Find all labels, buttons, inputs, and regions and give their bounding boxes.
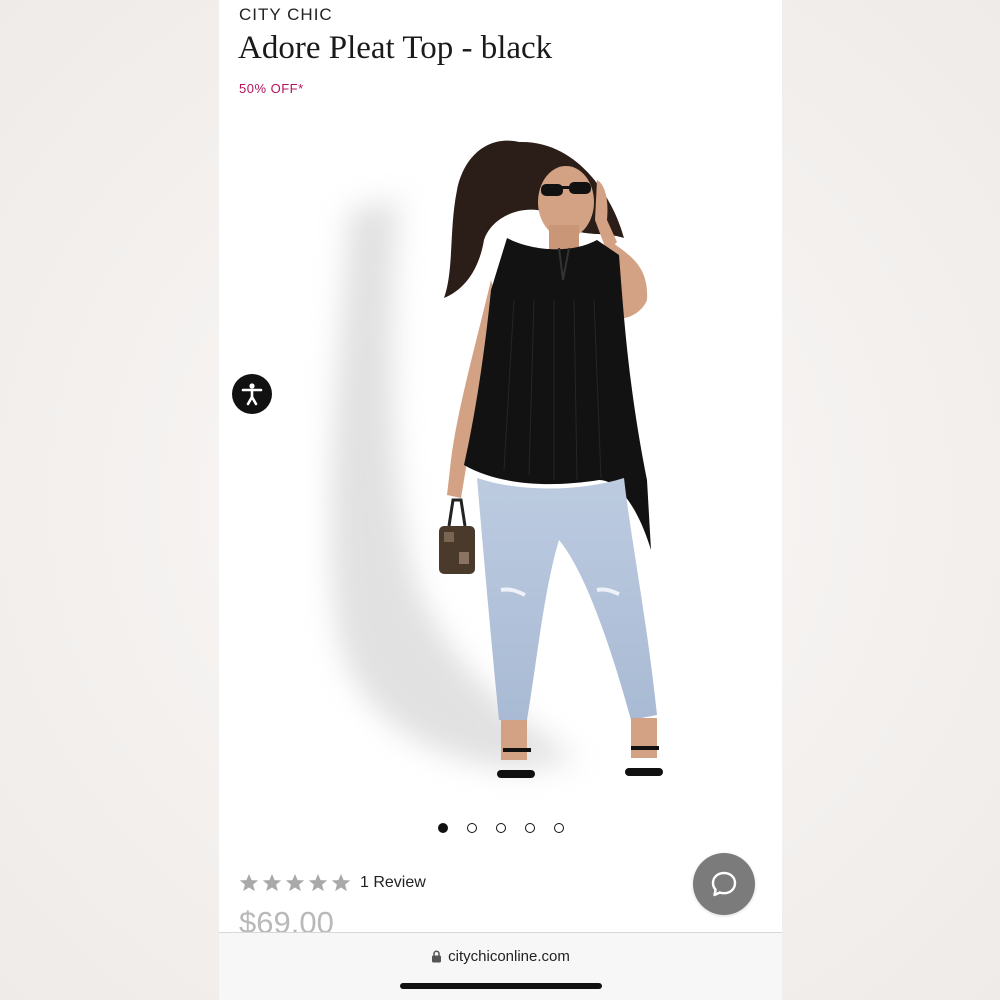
product-image[interactable]: [279, 120, 719, 810]
product-rating: 1 Review: [239, 873, 426, 893]
gallery-dot-2[interactable]: [466, 823, 477, 833]
gallery-dot-5[interactable]: [553, 823, 564, 833]
home-indicator[interactable]: [400, 983, 602, 989]
url-display[interactable]: citychiconline.com: [219, 948, 782, 965]
product-page: CITY CHIC Adore Pleat Top - black 50% OF…: [219, 0, 782, 1000]
gallery-pagination: [219, 823, 782, 833]
star-icon: [262, 874, 282, 892]
rating-stars: [239, 873, 351, 893]
url-text: citychiconline.com: [448, 948, 570, 965]
review-count-link[interactable]: 1 Review: [360, 874, 426, 892]
star-icon: [331, 874, 351, 892]
lock-icon: [432, 950, 442, 963]
sale-badge: 50% OFF*: [239, 81, 304, 96]
product-title: Adore Pleat Top - black: [238, 30, 553, 66]
chat-button[interactable]: [693, 853, 755, 915]
star-icon: [285, 874, 305, 892]
brand-name[interactable]: CITY CHIC: [239, 5, 333, 25]
accessibility-icon: [241, 383, 263, 406]
chat-bubble-icon: [711, 871, 737, 897]
gallery-dot-3[interactable]: [495, 823, 506, 833]
star-icon: [308, 874, 328, 892]
star-icon: [239, 874, 259, 892]
browser-address-bar: citychiconline.com: [219, 932, 782, 1000]
accessibility-button[interactable]: [232, 374, 272, 414]
gallery-dot-1[interactable]: [437, 823, 448, 833]
gallery-dot-4[interactable]: [524, 823, 535, 833]
